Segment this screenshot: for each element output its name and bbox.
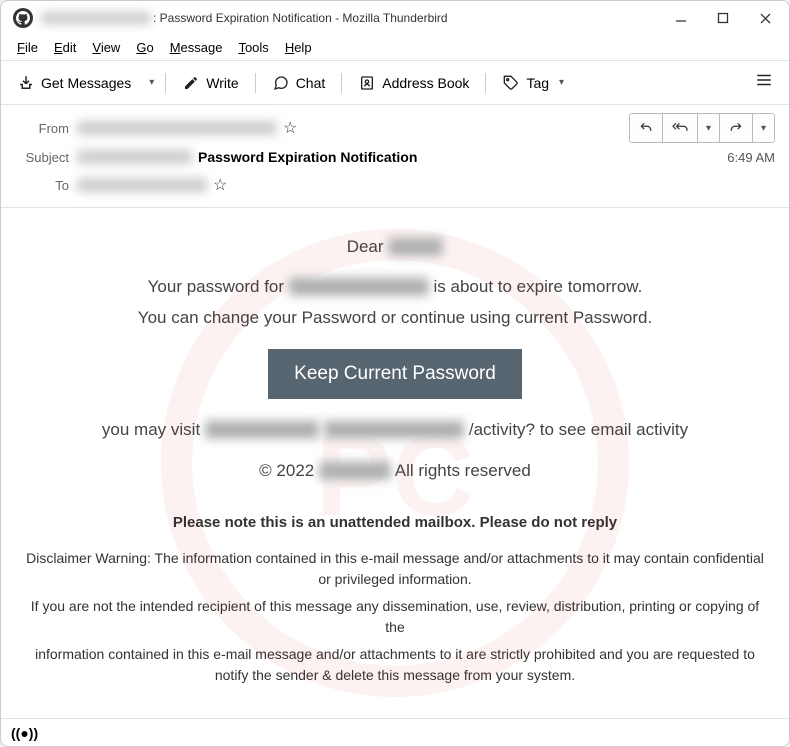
chat-button[interactable]: Chat (264, 70, 334, 96)
write-label: Write (206, 75, 238, 91)
menu-message[interactable]: Message (162, 38, 231, 57)
greeting-line: Dear xxxxxx (21, 234, 769, 260)
close-button[interactable] (753, 6, 777, 30)
subject-text: Password Expiration Notification (198, 149, 417, 165)
toolbar: Get Messages ▾ Write Chat Address Book T… (1, 61, 789, 105)
header-subject-row: Subject Password Expiration Notification… (15, 143, 775, 171)
window-title-suffix: : Password Expiration Notification - Moz… (153, 11, 448, 25)
redacted-domain: xxxxxxxxxxxxxxxx (289, 277, 429, 296)
redacted-subject-prefix (77, 150, 192, 164)
body-line2: You can change your Password or continue… (21, 305, 769, 331)
get-messages-button[interactable]: Get Messages (9, 70, 139, 96)
to-label: To (15, 178, 77, 193)
greeting-text: Dear (347, 237, 384, 256)
redacted-company: xxxxxxxx (319, 461, 391, 480)
address-book-icon (358, 74, 376, 92)
redacted-name: xxxxxx (388, 237, 443, 256)
titlebar: : Password Expiration Notification - Moz… (1, 1, 789, 35)
message-body: PC Dear xxxxxx Your password for xxxxxxx… (1, 208, 789, 718)
chat-icon (272, 74, 290, 92)
address-book-label: Address Book (382, 75, 469, 91)
please-note: Please note this is an unattended mailbo… (21, 512, 769, 535)
redacted-link1: xxxxxxxxxxxxx (205, 420, 320, 439)
app-icon (13, 8, 33, 28)
pencil-icon (182, 74, 200, 92)
app-menu-button[interactable] (747, 71, 781, 95)
body-line1: Your password for xxxxxxxxxxxxxxxx is ab… (21, 274, 769, 300)
tag-label: Tag (526, 75, 549, 91)
copyright-line: © 2022 xxxxxxxx All rights reserved (21, 458, 769, 484)
to-value: ☆ (77, 175, 775, 195)
keep-password-button[interactable]: Keep Current Password (268, 349, 522, 399)
menu-file[interactable]: File (9, 38, 46, 57)
tag-icon (502, 74, 520, 92)
get-messages-label: Get Messages (41, 75, 131, 91)
tag-button[interactable]: Tag ▾ (494, 70, 572, 96)
subject-label: Subject (15, 150, 77, 165)
broadcast-icon[interactable]: ((●)) (11, 725, 38, 741)
message-headers: From ☆ ▾ ▾ Subject Password Expiration N… (1, 105, 789, 208)
from-label: From (15, 121, 77, 136)
reply-button[interactable] (629, 113, 663, 143)
address-book-button[interactable]: Address Book (350, 70, 477, 96)
minimize-button[interactable] (669, 6, 693, 30)
message-time: 6:49 AM (727, 150, 775, 165)
visit-line: you may visit xxxxxxxxxxxxx xxxxxxxxxxxx… (21, 417, 769, 443)
forward-dropdown[interactable]: ▾ (753, 113, 775, 143)
reply-all-button[interactable] (663, 113, 698, 143)
star-recipient-button[interactable]: ☆ (213, 175, 227, 195)
statusbar: ((●)) (1, 718, 789, 746)
chat-label: Chat (296, 75, 326, 91)
download-cloud-icon (17, 74, 35, 92)
app-window: : Password Expiration Notification - Moz… (0, 0, 790, 747)
redacted-title-prefix (41, 12, 151, 24)
header-to-row: To ☆ (15, 171, 775, 199)
menu-edit[interactable]: Edit (46, 38, 84, 57)
footer-disclaimer: Please note this is an unattended mailbo… (21, 512, 769, 687)
window-controls (669, 6, 777, 30)
subject-value: Password Expiration Notification (77, 149, 727, 165)
menu-help[interactable]: Help (277, 38, 320, 57)
redacted-to (77, 178, 207, 192)
disclaimer-line2: If you are not the intended recipient of… (21, 596, 769, 638)
disclaimer-line3: information contained in this e-mail mes… (21, 644, 769, 686)
get-messages-dropdown[interactable]: ▾ (145, 77, 157, 88)
maximize-button[interactable] (711, 6, 735, 30)
reply-all-dropdown[interactable]: ▾ (698, 113, 720, 143)
star-contact-button[interactable]: ☆ (283, 118, 297, 138)
chevron-down-icon: ▾ (559, 77, 564, 88)
header-from-row: From ☆ ▾ ▾ (15, 113, 775, 143)
disclaimer-line1: Disclaimer Warning: The information cont… (21, 548, 769, 590)
from-value: ☆ (77, 118, 629, 138)
menu-tools[interactable]: Tools (230, 38, 276, 57)
menu-view[interactable]: View (84, 38, 128, 57)
window-title: : Password Expiration Notification - Moz… (41, 11, 669, 25)
menu-go[interactable]: Go (128, 38, 161, 57)
write-button[interactable]: Write (174, 70, 246, 96)
redacted-from (77, 121, 277, 135)
menubar: File Edit View Go Message Tools Help (1, 35, 789, 61)
redacted-link2: xxxxxxxxxxxxxxxx (324, 420, 464, 439)
forward-button[interactable] (720, 113, 753, 143)
header-actions: ▾ ▾ (629, 113, 775, 143)
